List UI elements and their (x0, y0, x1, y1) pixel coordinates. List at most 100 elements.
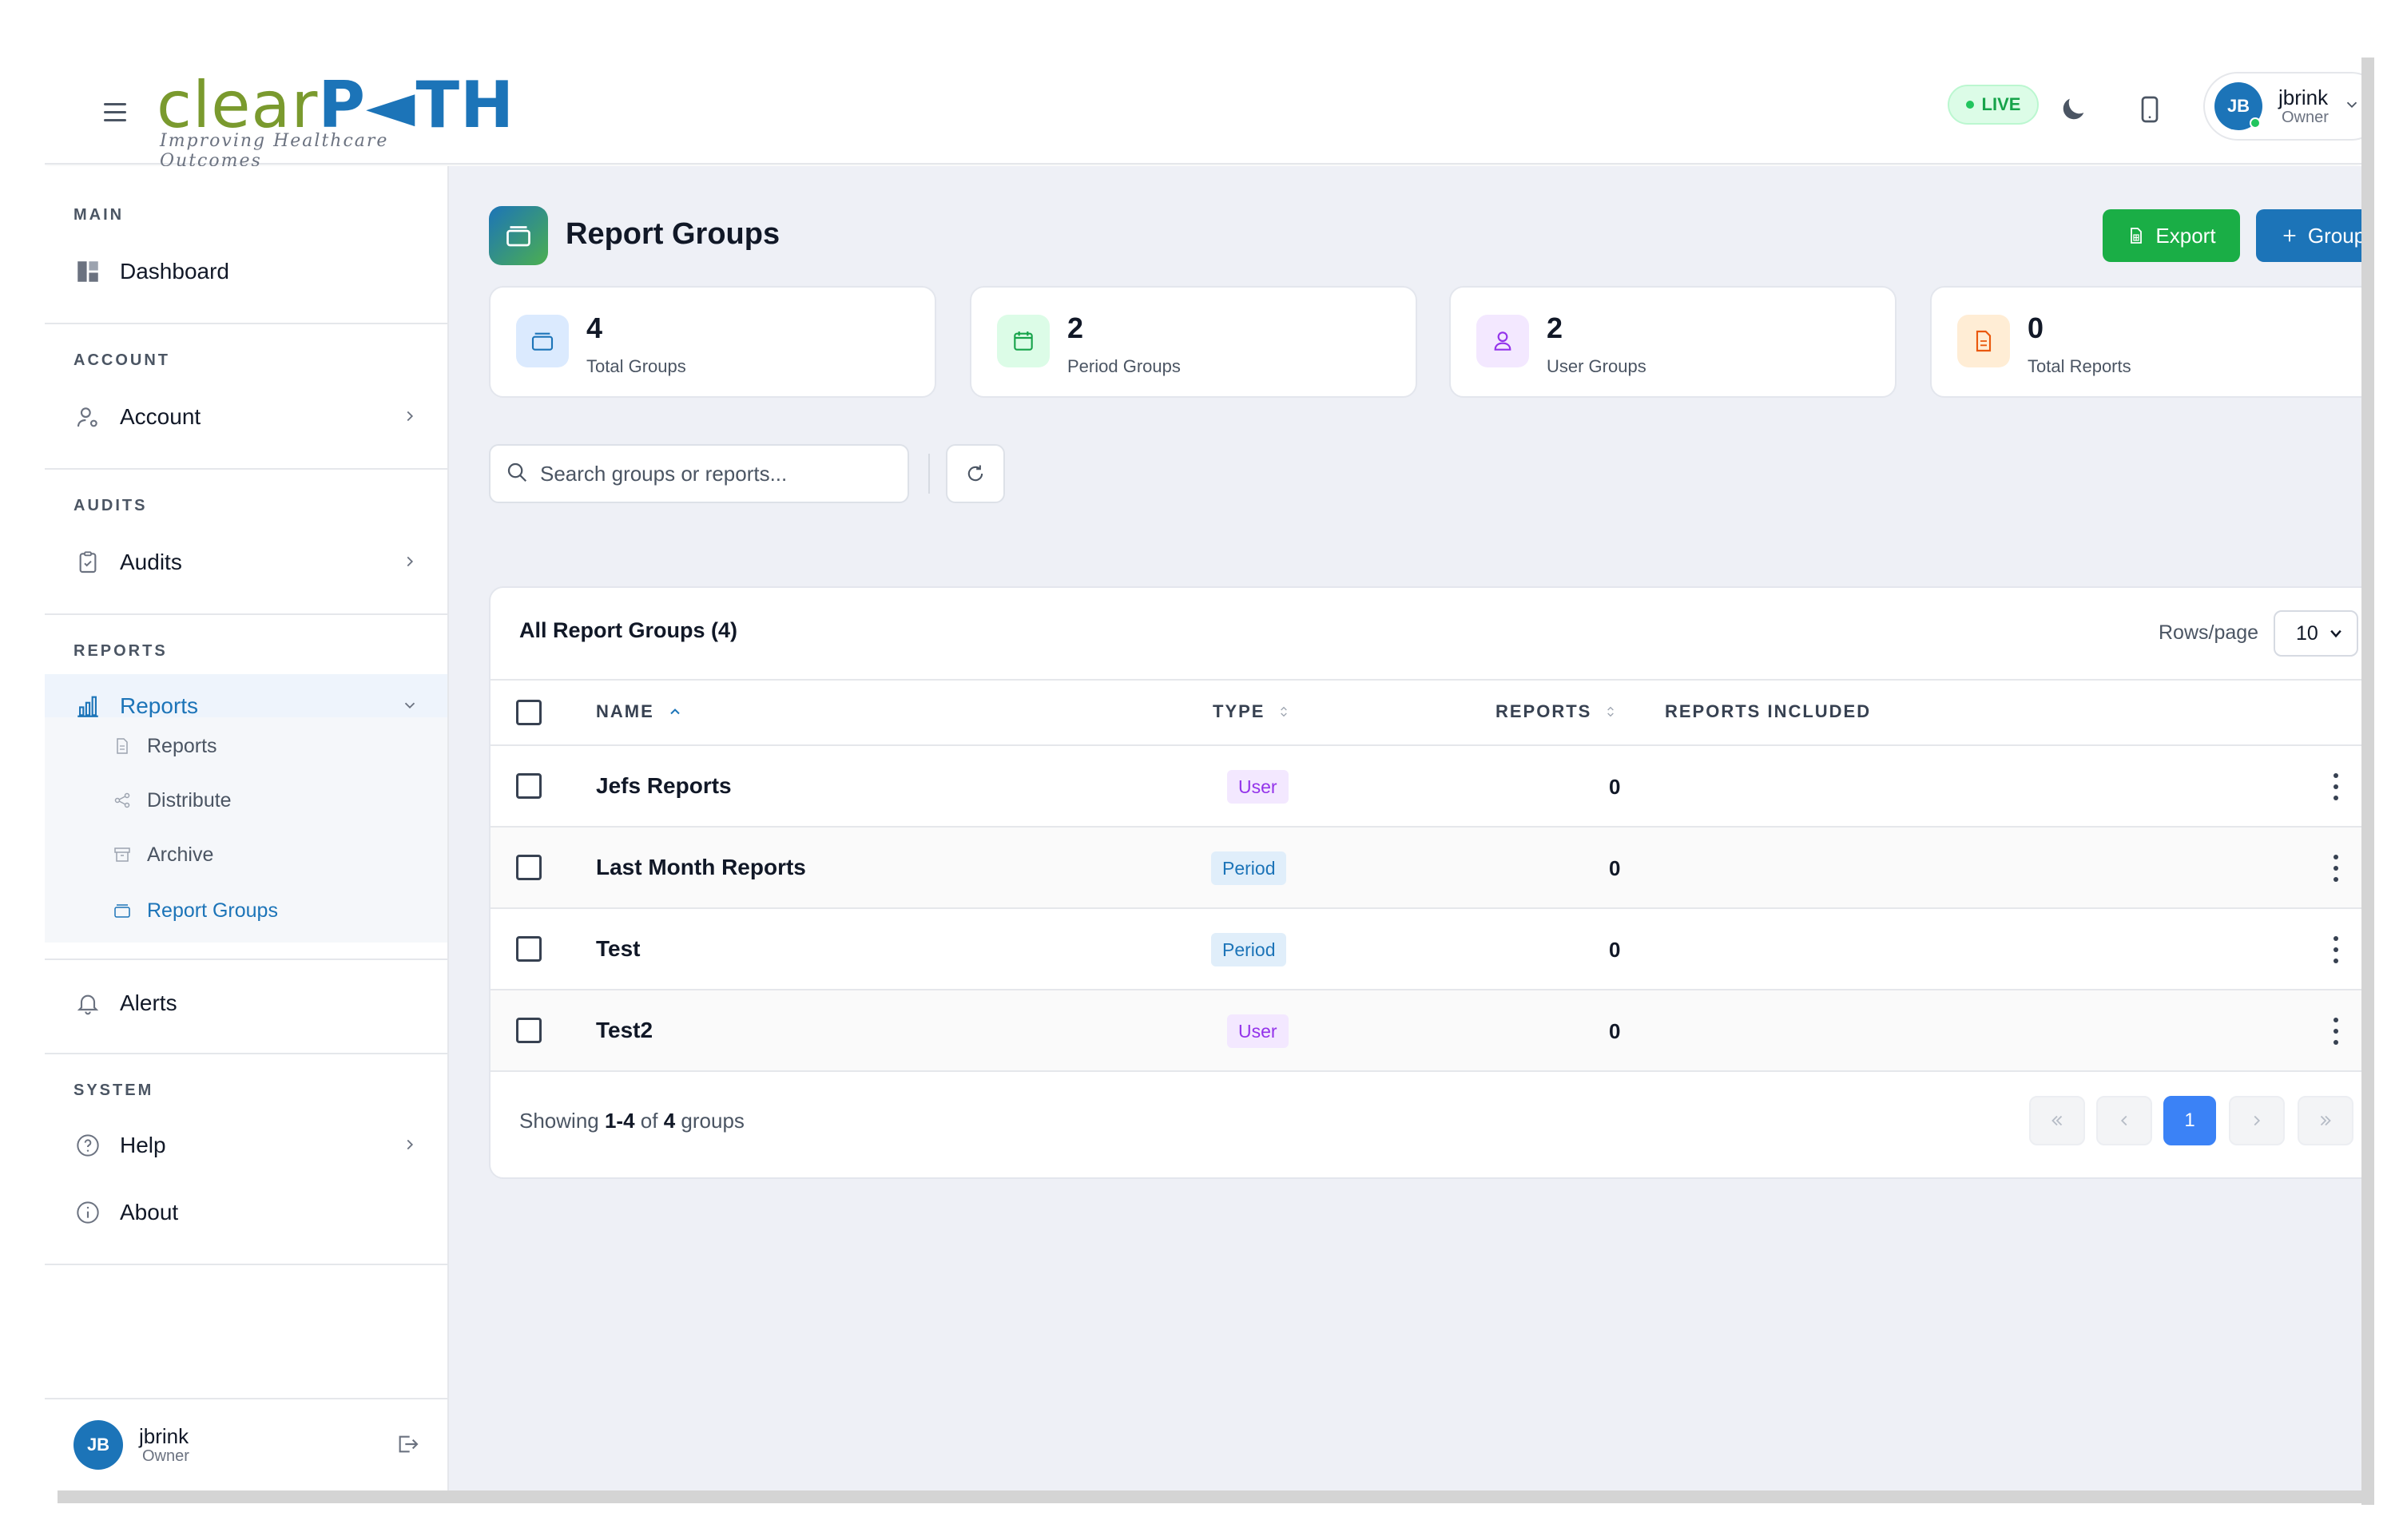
row-checkbox[interactable] (516, 855, 542, 880)
calendar-icon (997, 315, 1050, 367)
sidebar-item-label: About (120, 1200, 179, 1224)
more-actions-icon[interactable] (2326, 1014, 2345, 1048)
sidebar-user-panel: JB jbrink Owner (45, 1398, 447, 1490)
online-indicator (2250, 117, 2261, 129)
table-title: All Report Groups (4) (519, 618, 738, 642)
stat-value: 2 (1067, 312, 1084, 344)
column-header-name[interactable]: NAME (596, 701, 683, 722)
last-page-button[interactable] (2298, 1096, 2353, 1145)
reports-submenu: Reports Distribute Archive Report Groups (45, 717, 447, 943)
divider (45, 1264, 447, 1265)
sidebar-item-label: Audits (120, 550, 182, 574)
submenu-item-reports[interactable]: Reports (112, 722, 217, 770)
stat-card-period-groups: 2 Period Groups (970, 286, 1417, 398)
submenu-item-distribute[interactable]: Distribute (112, 776, 232, 824)
stat-label: Total Reports (2028, 356, 2131, 376)
export-label: Export (2155, 223, 2216, 248)
table-row[interactable]: Last Month Reports Period 0 (491, 828, 2361, 909)
bell-icon (73, 989, 102, 1018)
export-button[interactable]: Export (2103, 209, 2240, 262)
row-checkbox[interactable] (516, 773, 542, 799)
first-page-button[interactable] (2029, 1096, 2085, 1145)
search-box (489, 444, 909, 503)
sidebar-item-help[interactable]: Help (45, 1113, 447, 1177)
info-circle-icon (73, 1198, 102, 1227)
section-label-reports: REPORTS (73, 642, 168, 660)
search-input[interactable] (540, 461, 892, 486)
layers-icon (112, 900, 133, 921)
divider (928, 454, 930, 494)
section-label-main: MAIN (73, 206, 125, 224)
type-badge: Period (1211, 933, 1287, 966)
sidebar-item-dashboard[interactable]: Dashboard (45, 240, 447, 304)
menu-toggle-icon[interactable] (94, 91, 136, 133)
stat-card-total-groups: 4 Total Groups (489, 286, 936, 398)
column-header-type[interactable]: TYPE (1213, 701, 1290, 722)
clearpath-logo[interactable]: clearP◄TH Improving Healthcare Outcomes (157, 67, 514, 171)
divider (45, 323, 447, 324)
submenu-label: Reports (147, 734, 217, 757)
document-icon (1957, 315, 2010, 367)
report-groups-page-icon (489, 206, 548, 265)
section-label-system: SYSTEM (73, 1082, 154, 1099)
report-count: 0 (1609, 775, 1621, 799)
sidebar-item-account[interactable]: Account (45, 385, 447, 449)
sidebar-item-alerts[interactable]: Alerts (45, 971, 447, 1035)
user-menu[interactable]: JB jbrink Owner (2203, 72, 2361, 141)
sidebar-item-label: Alerts (120, 990, 177, 1015)
file-icon (112, 736, 133, 756)
type-badge: Period (1211, 851, 1287, 885)
group-name: Test (596, 936, 641, 961)
search-icon (505, 460, 529, 488)
mobile-device-icon[interactable] (2130, 89, 2170, 129)
table-row[interactable]: Test Period 0 (491, 909, 2361, 990)
table-row[interactable]: Jefs Reports User 0 (491, 746, 2361, 828)
rows-per-page-select[interactable]: 10 (2274, 610, 2358, 657)
divider (45, 959, 447, 960)
more-actions-icon[interactable] (2326, 851, 2345, 885)
user-settings-icon (73, 403, 102, 431)
chevron-down-icon (2343, 96, 2361, 117)
submenu-label: Distribute (147, 788, 232, 812)
chevron-down-icon (2330, 629, 2341, 638)
divider (45, 613, 447, 615)
submenu-item-archive[interactable]: Archive (112, 831, 213, 879)
select-all-checkbox[interactable] (516, 700, 542, 725)
share-icon (112, 790, 133, 811)
report-count: 0 (1609, 1019, 1621, 1043)
more-actions-icon[interactable] (2326, 933, 2345, 966)
divider (45, 468, 447, 470)
report-count: 0 (1609, 938, 1621, 962)
window-shadow-right (2361, 58, 2374, 1505)
table-header: NAME TYPE REPORTS REPORTS INCLUDED (491, 679, 2361, 746)
sidebar-item-about[interactable]: About (45, 1181, 447, 1244)
prev-page-button[interactable] (2096, 1096, 2152, 1145)
user-role: Owner (2282, 109, 2329, 127)
logout-icon[interactable] (395, 1431, 420, 1461)
type-badge: User (1227, 770, 1289, 804)
avatar: JB (73, 1420, 123, 1470)
sidebar-item-audits[interactable]: Audits (45, 530, 447, 594)
refresh-button[interactable] (946, 444, 1005, 503)
page-title: Report Groups (566, 217, 780, 251)
submenu-item-report-groups[interactable]: Report Groups (112, 887, 278, 935)
chevron-right-icon (401, 553, 419, 574)
column-header-reports[interactable]: REPORTS (1495, 701, 1617, 722)
row-checkbox[interactable] (516, 936, 542, 962)
moon-icon[interactable] (2053, 89, 2093, 129)
group-name: Last Month Reports (596, 855, 806, 879)
main-content: Report Groups Export Group 4 Total Group… (449, 166, 2361, 1490)
row-checkbox[interactable] (516, 1018, 542, 1043)
archive-icon (112, 844, 133, 865)
clipboard-icon (73, 548, 102, 577)
add-group-button[interactable]: Group (2256, 209, 2361, 262)
page-number-button[interactable]: 1 (2163, 1096, 2216, 1145)
sidebar-item-label: Help (120, 1133, 166, 1157)
more-actions-icon[interactable] (2326, 770, 2345, 804)
top-header: clearP◄TH Improving Healthcare Outcomes … (45, 58, 2361, 171)
table-row[interactable]: Test2 User 0 (491, 990, 2361, 1072)
next-page-button[interactable] (2229, 1096, 2285, 1145)
live-status-badge: LIVE (1948, 85, 2039, 125)
type-badge: User (1227, 1014, 1289, 1048)
sort-icon (1281, 706, 1288, 717)
